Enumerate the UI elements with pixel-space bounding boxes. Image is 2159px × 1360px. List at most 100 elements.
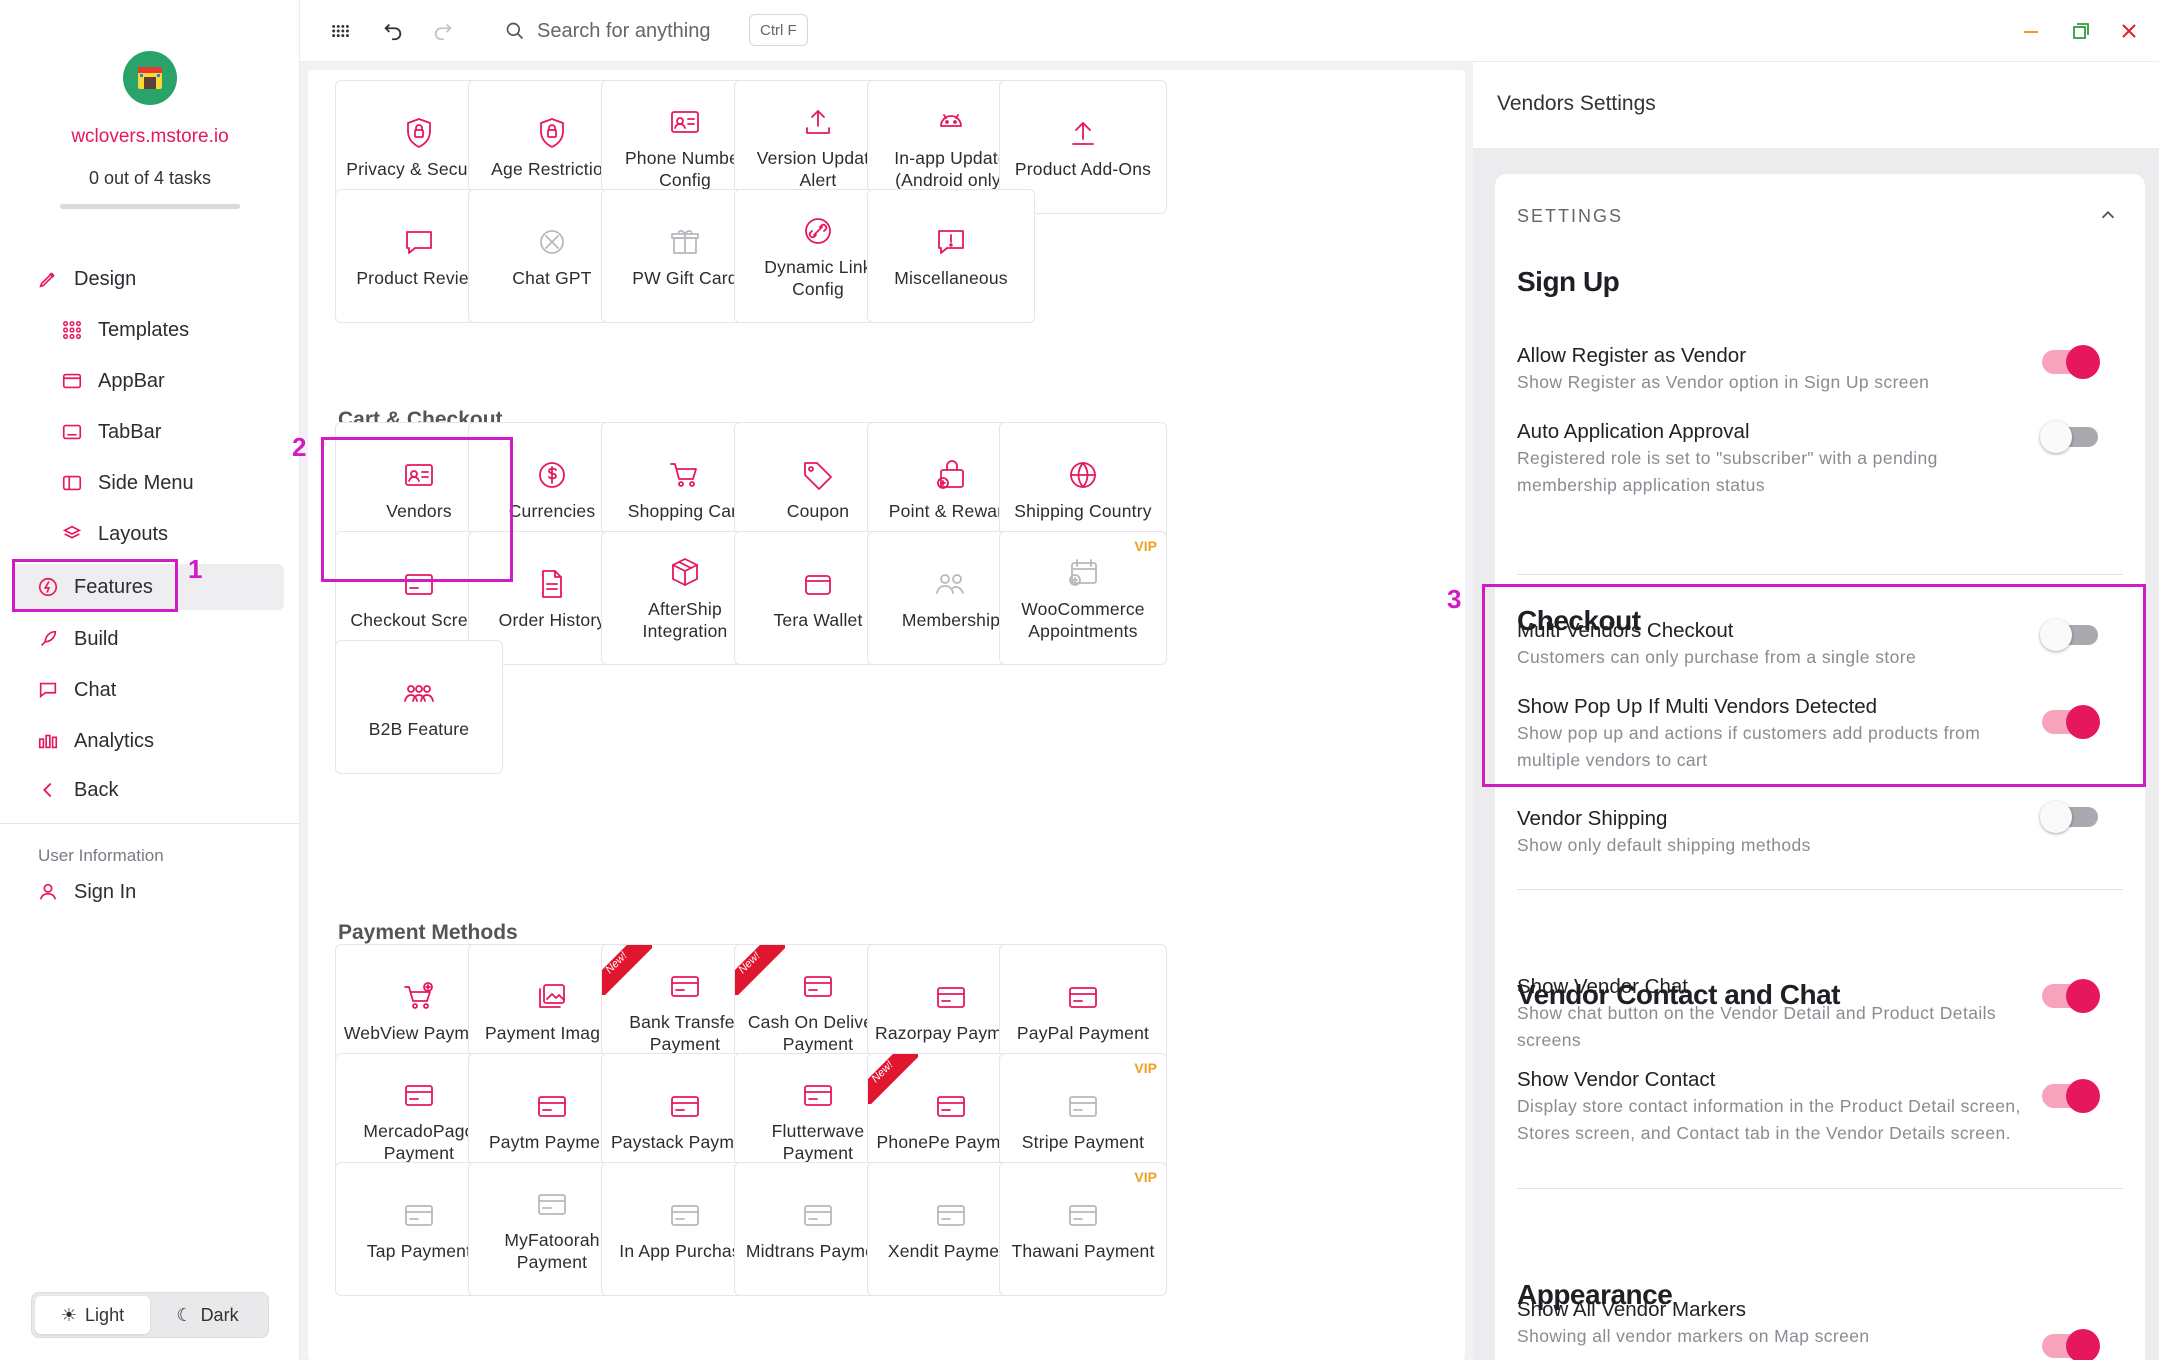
webcart-icon (400, 978, 438, 1016)
nav-side-menu[interactable]: Side Menu (0, 460, 300, 506)
store-name[interactable]: wclovers.mstore.io (0, 126, 300, 148)
feature-card-miscellaneous[interactable]: Miscellaneous (867, 189, 1035, 323)
light-theme-button[interactable]: ☀ Light (35, 1296, 150, 1334)
box-icon (666, 554, 704, 592)
setting-allow-register-as-vendor-toggle[interactable] (2042, 345, 2100, 379)
apps-grid-button[interactable] (326, 16, 356, 46)
feature-card-label: B2B Feature (368, 719, 470, 739)
feature-card-label: Thawani Payment (1011, 1241, 1155, 1261)
feature-card-thawani-payment[interactable]: Thawani Payment VIP (999, 1162, 1167, 1296)
nav-label: Side Menu (98, 471, 194, 494)
setting-show-all-vendor-markers-description: Showing all vendor markers on Map screen (1517, 1326, 1870, 1346)
setting-show-vendor-contact-description: Display store contact information in the… (1517, 1096, 2021, 1143)
nav-build[interactable]: Build (0, 616, 300, 662)
settings-header-title: Vendors Settings (1497, 92, 1656, 115)
feature-card-label: Age Restriction (491, 159, 613, 179)
bubble-icon (400, 223, 438, 261)
close-button[interactable] (2114, 16, 2144, 46)
nav-label: TabBar (98, 420, 162, 443)
user-info-label: User Information (38, 846, 164, 865)
nav-templates[interactable]: Templates (0, 307, 300, 353)
nav-design[interactable]: Design (0, 256, 300, 302)
setting-show-vendor-contact-title: Show Vendor Contact (1517, 1068, 1716, 1091)
vip-badge: VIP (1134, 538, 1157, 554)
minimize-button[interactable] (2016, 16, 2046, 46)
feature-card-label: Currencies (508, 501, 596, 521)
feature-card-label: PW Gift Card (632, 268, 738, 288)
app: wclovers.mstore.io 0 out of 4 tasks Desi… (0, 0, 2159, 1360)
nav-label: Templates (98, 318, 190, 341)
maximize-button[interactable] (2066, 16, 2096, 46)
nav-analytics[interactable]: Analytics (0, 718, 300, 764)
feature-card-label: Shopping Cart (627, 501, 743, 521)
nav-chat[interactable]: Chat (0, 667, 300, 713)
chat-icon (34, 676, 62, 704)
nav-layouts[interactable]: Layouts (0, 511, 300, 557)
vip-badge: VIP (1134, 1169, 1157, 1185)
settings-section-label: SETTINGS (1517, 206, 1624, 226)
nav-back[interactable]: Back (0, 767, 300, 813)
sign-in-label: Sign In (74, 880, 137, 903)
calendar-icon (1064, 554, 1102, 592)
card-icon (932, 1196, 970, 1234)
search-placeholder: Search for anything (537, 19, 711, 42)
feature-card-woocommerce-appointments[interactable]: WooCommerce Appointments VIP (999, 531, 1167, 665)
feature-card-label: Product Add-Ons (1014, 159, 1152, 179)
setting-vendor-shipping-toggle[interactable] (2040, 801, 2098, 833)
store-logo[interactable] (123, 51, 177, 105)
group-icon (400, 674, 438, 712)
nav-label: Analytics (74, 729, 155, 752)
feature-card-label: Tap Payment (366, 1241, 472, 1261)
link-icon (799, 212, 837, 250)
feature-card-b2b-feature[interactable]: B2B Feature (335, 640, 503, 774)
search-icon (506, 22, 524, 40)
globe-icon (1064, 456, 1102, 494)
grid-dots-icon (58, 316, 86, 344)
separator (1517, 889, 2123, 890)
dark-theme-button[interactable]: ☾ Dark (150, 1296, 265, 1334)
setting-auto-application-approval-toggle[interactable] (2040, 421, 2098, 453)
sign-in-button[interactable]: Sign In (0, 869, 300, 915)
feature-card-label: Chat GPT (512, 268, 592, 288)
setting-show-vendor-chat-toggle[interactable] (2042, 979, 2100, 1013)
dark-label: Dark (200, 1304, 239, 1325)
card-icon (666, 967, 704, 1005)
dollar-icon (533, 456, 571, 494)
setting-show-all-vendor-markers-toggle[interactable] (2042, 1329, 2100, 1360)
feature-card-label: WooCommerce Appointments (1021, 599, 1145, 641)
nav-appbar[interactable]: AppBar (0, 358, 300, 404)
uparrow-icon (1064, 114, 1102, 152)
card-icon (799, 1076, 837, 1114)
search-shortcut: Ctrl F (749, 14, 808, 46)
doc-icon (533, 565, 571, 603)
feature-card-label: Tera Wallet (773, 610, 863, 630)
layers-icon (58, 520, 86, 548)
chevron-left-icon (34, 776, 62, 804)
redo-button[interactable] (428, 16, 458, 46)
search-bar[interactable]: Search for anything (505, 14, 710, 48)
brush-icon (34, 265, 62, 293)
nav-label: Layouts (98, 522, 169, 545)
settings-header: Vendors Settings (1473, 62, 2159, 148)
setting-show-vendor-chat-title: Show Vendor Chat (1517, 975, 1688, 998)
shield-icon (533, 114, 571, 152)
setting-show-vendor-contact-toggle[interactable] (2042, 1079, 2100, 1113)
chevron-up-icon[interactable] (2097, 204, 2119, 226)
apps-grid-icon (332, 24, 349, 38)
users-icon (932, 565, 970, 603)
card-icon (533, 1087, 571, 1125)
moon-icon: ☾ (176, 1304, 193, 1325)
maximize-icon (2073, 23, 2089, 39)
undo-button[interactable] (378, 16, 408, 46)
toggle-knob (2040, 421, 2072, 453)
nav-label: Chat (74, 678, 117, 701)
feature-card-label: Miscellaneous (894, 268, 1008, 288)
group-sign-up: Sign Up (1517, 266, 1620, 297)
knot-icon (533, 223, 571, 261)
new-ribbon-label: New! (869, 1058, 896, 1086)
card-icon (400, 1076, 438, 1114)
sun-icon: ☀ (60, 1304, 78, 1325)
feature-card-label: Shipping Country (1014, 501, 1152, 521)
nav-tabbar[interactable]: TabBar (0, 409, 300, 455)
separator (1517, 1188, 2123, 1189)
